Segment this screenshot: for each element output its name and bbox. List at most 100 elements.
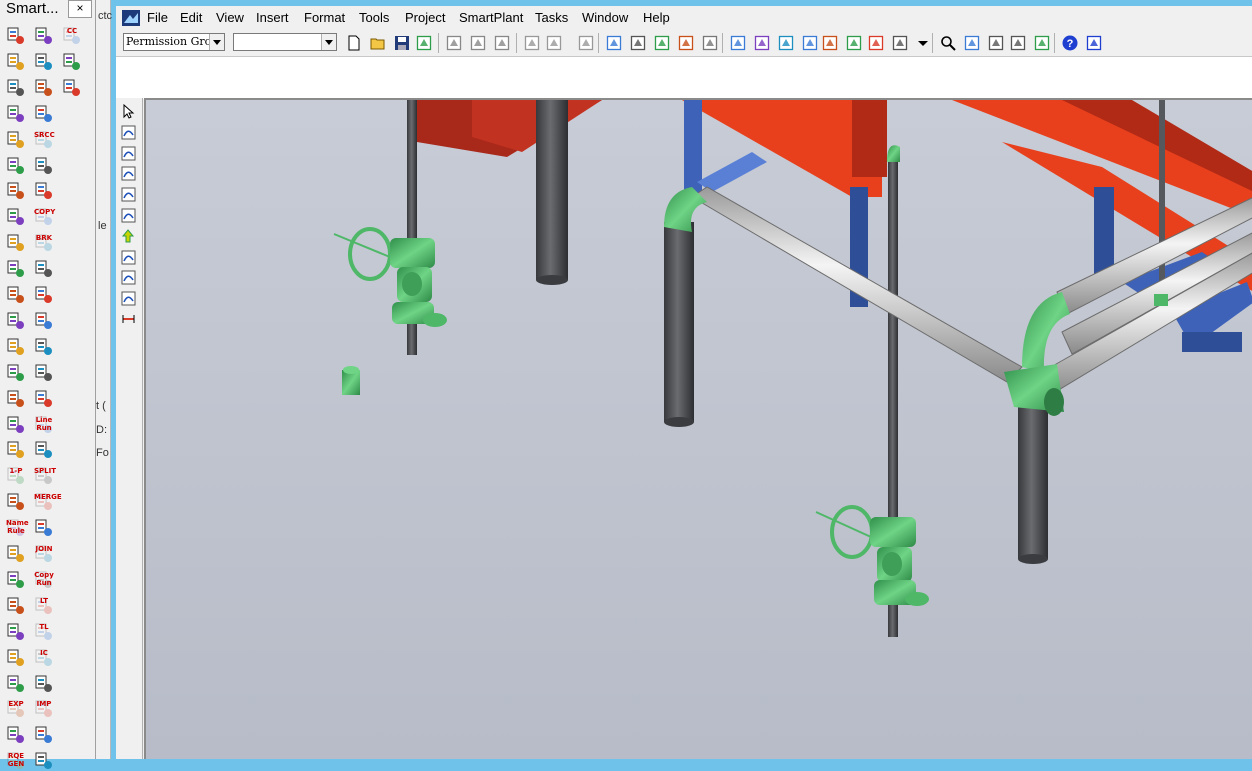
- view8-button[interactable]: [890, 33, 910, 53]
- menu-tools[interactable]: Tools: [359, 10, 389, 26]
- rotate-button[interactable]: [544, 33, 564, 53]
- gate-valve-1[interactable]: [333, 227, 447, 327]
- help-button[interactable]: ?: [1060, 33, 1080, 53]
- tool-a21-button[interactable]: [4, 542, 26, 564]
- tool-a27-button[interactable]: EXP: [4, 697, 26, 719]
- tool-a6-button[interactable]: [4, 154, 26, 176]
- tool-a23-button[interactable]: [4, 594, 26, 616]
- branch-tool-button[interactable]: [119, 164, 138, 183]
- tool-a4-button[interactable]: [4, 102, 26, 124]
- tool-b18-button[interactable]: SPLIT: [32, 464, 56, 486]
- tool-c3-button[interactable]: [60, 76, 82, 98]
- tool-a24-button[interactable]: [4, 620, 26, 642]
- stack-tool-button[interactable]: [119, 206, 138, 225]
- menu-view[interactable]: View: [216, 10, 244, 26]
- tool-a12-button[interactable]: [4, 309, 26, 331]
- small-green-fitting[interactable]: [342, 366, 360, 395]
- new-button[interactable]: [344, 33, 364, 53]
- panel-titlebar[interactable]: Smart... ×: [0, 0, 95, 18]
- tool-a18-button[interactable]: 1-P: [4, 464, 26, 486]
- tool-b12-button[interactable]: [32, 309, 54, 331]
- tool-b17-button[interactable]: [32, 438, 54, 460]
- tool-a17-button[interactable]: [4, 438, 26, 460]
- select-button[interactable]: [604, 33, 624, 53]
- tool-b20-button[interactable]: [32, 516, 54, 538]
- dimension-tool-button[interactable]: [119, 310, 138, 329]
- route-tool-button[interactable]: [119, 123, 138, 142]
- red-steel-beam-right[interactable]: [682, 100, 1252, 292]
- tool-a15-button[interactable]: [4, 387, 26, 409]
- dropdown-button[interactable]: [913, 33, 933, 53]
- tool-b15-button[interactable]: [32, 387, 54, 409]
- tool-b9-button[interactable]: BRK: [32, 231, 54, 253]
- tool-b4-button[interactable]: [32, 102, 54, 124]
- tool-b16-button[interactable]: Line Run: [32, 413, 54, 435]
- copy-button[interactable]: [444, 33, 464, 53]
- tool-a22-button[interactable]: [4, 568, 26, 590]
- tool-a8-button[interactable]: [4, 205, 26, 227]
- plant-model-scene[interactable]: [146, 100, 1252, 759]
- tool-b21-button[interactable]: JOIN: [32, 542, 54, 564]
- tool-c1-button[interactable]: CC: [60, 24, 82, 46]
- tool-a9-button[interactable]: [4, 231, 26, 253]
- zoom-button[interactable]: [938, 33, 958, 53]
- tool-a3-button[interactable]: [4, 76, 26, 98]
- spring-tool-button[interactable]: [119, 248, 138, 267]
- permission-group-select[interactable]: Permission Gro: [123, 33, 225, 51]
- tool-b2-button[interactable]: [32, 50, 54, 72]
- menu-tasks[interactable]: Tasks: [535, 10, 568, 26]
- tool-b28-button[interactable]: [32, 723, 54, 745]
- view6-button[interactable]: [844, 33, 864, 53]
- refresh-button[interactable]: [414, 33, 434, 53]
- tool-a7-button[interactable]: [4, 179, 26, 201]
- menu-file[interactable]: File: [147, 10, 168, 26]
- check-button[interactable]: [652, 33, 672, 53]
- tool-b25-button[interactable]: IC: [32, 646, 54, 668]
- view3-button[interactable]: [776, 33, 796, 53]
- spare-button[interactable]: [1084, 33, 1104, 53]
- tool-a13-button[interactable]: [4, 335, 26, 357]
- move-button[interactable]: [522, 33, 542, 53]
- tool-a11-button[interactable]: [4, 283, 26, 305]
- graphic-view-3d[interactable]: [144, 98, 1252, 759]
- filter-select[interactable]: [233, 33, 337, 51]
- fit-button[interactable]: [1008, 33, 1028, 53]
- menu-project[interactable]: Project: [405, 10, 445, 26]
- measure-button[interactable]: [628, 33, 648, 53]
- view1-button[interactable]: [728, 33, 748, 53]
- menu-format[interactable]: Format: [304, 10, 345, 26]
- tool-a1-button[interactable]: [4, 24, 26, 46]
- chevron-down-icon[interactable]: [209, 34, 224, 50]
- tool-b5-button[interactable]: SRCC: [32, 128, 55, 150]
- view7-button[interactable]: [866, 33, 886, 53]
- pan-button[interactable]: [962, 33, 982, 53]
- view5-button[interactable]: [820, 33, 840, 53]
- tool-a5-button[interactable]: [4, 128, 26, 150]
- report-button[interactable]: [676, 33, 696, 53]
- tool-b19-button[interactable]: MERGE: [32, 490, 62, 512]
- tool-a25-button[interactable]: [4, 646, 26, 668]
- tool-a28-button[interactable]: [4, 723, 26, 745]
- tool-b26-button[interactable]: [32, 672, 54, 694]
- tool-c2-button[interactable]: [60, 50, 82, 72]
- tool-a16-button[interactable]: [4, 413, 26, 435]
- undo-button[interactable]: [576, 33, 596, 53]
- tool-b29-button[interactable]: [32, 749, 54, 771]
- gate-valve-2[interactable]: [815, 505, 929, 606]
- align-tool-button[interactable]: [119, 268, 138, 287]
- tool-b27-button[interactable]: IMP: [32, 697, 54, 719]
- tool-b8-button[interactable]: COPY: [32, 205, 55, 227]
- zoom-area-button[interactable]: [986, 33, 1006, 53]
- tool-a10-button[interactable]: [4, 257, 26, 279]
- save-button[interactable]: [392, 33, 412, 53]
- open-button[interactable]: [368, 33, 388, 53]
- green-rotate-tool-button[interactable]: [119, 227, 138, 246]
- view4-button[interactable]: [800, 33, 820, 53]
- slope-tool-button[interactable]: [119, 289, 138, 308]
- menu-window[interactable]: Window: [582, 10, 628, 26]
- tool-b22-button[interactable]: Copy Run: [32, 568, 54, 590]
- render-button[interactable]: [1032, 33, 1052, 53]
- chevron-down-icon[interactable]: [321, 34, 336, 50]
- tool-b3-button[interactable]: [32, 76, 54, 98]
- menu-edit[interactable]: Edit: [180, 10, 202, 26]
